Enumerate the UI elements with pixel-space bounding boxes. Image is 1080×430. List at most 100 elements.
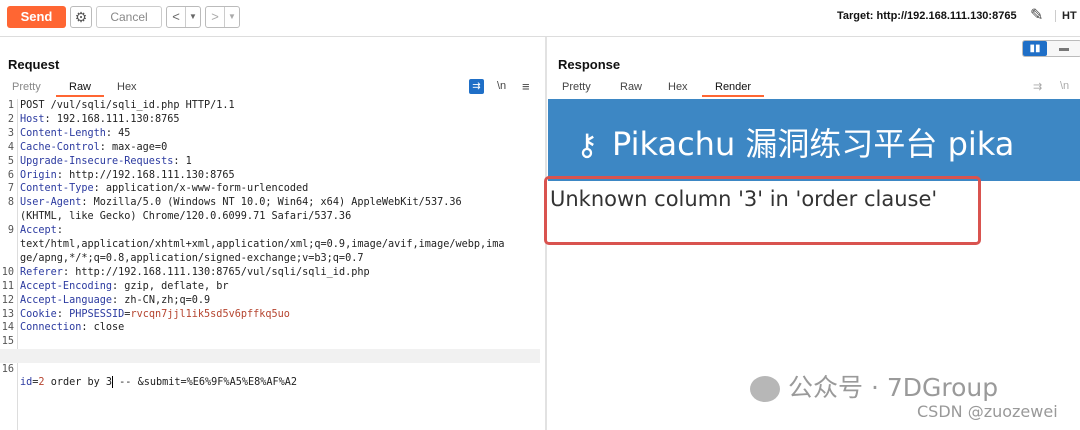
request-line[interactable]: 4 Cache-Control: max-age=0 bbox=[0, 141, 540, 155]
header-value: text/html,application/xhtml+xml,applicat… bbox=[20, 239, 505, 250]
site-banner: ⚷ Pikachu 漏洞练习平台 pika bbox=[548, 99, 1080, 181]
header-name: Content-Length bbox=[20, 127, 106, 139]
http-version-label[interactable]: HT bbox=[1055, 10, 1077, 22]
header-value: : max-age=0 bbox=[99, 141, 168, 153]
cookie-value: rvcqn7jjl1ik5sd5v6pffkq5uo bbox=[130, 308, 290, 320]
highlight-box bbox=[544, 176, 981, 245]
response-title: Response bbox=[558, 57, 621, 72]
request-line[interactable]: 11 Accept-Encoding: gzip, deflate, br bbox=[0, 280, 540, 294]
tab-render[interactable]: Render bbox=[715, 81, 751, 93]
header-name: Host bbox=[20, 113, 45, 125]
request-line[interactable]: 9 Accept: bbox=[0, 224, 540, 238]
split-view-icon[interactable]: ▮▮ bbox=[1023, 41, 1047, 56]
line-number: 4 bbox=[7, 141, 14, 153]
settings-gear-icon[interactable]: ⚙ bbox=[70, 6, 92, 28]
header-value: (KHTML, like Gecko) Chrome/120.0.6099.71… bbox=[20, 211, 352, 223]
request-title: Request bbox=[8, 57, 60, 72]
key-icon: ⚷ bbox=[576, 128, 598, 163]
header-name: Cookie bbox=[20, 308, 57, 320]
line-number: 13 bbox=[1, 308, 14, 320]
request-line[interactable]: 8 User-Agent: Mozilla/5.0 (Windows NT 10.… bbox=[0, 196, 540, 210]
single-view-icon[interactable]: ▬ bbox=[1051, 41, 1077, 56]
line-number: 9 bbox=[7, 225, 14, 237]
request-line[interactable]: 12 Accept-Language: zh-CN,zh;q=0.9 bbox=[0, 294, 540, 308]
header-name: Accept bbox=[20, 225, 57, 237]
request-line[interactable]: (KHTML, like Gecko) Chrome/120.0.6099.71… bbox=[0, 210, 540, 224]
request-line[interactable]: 14 Connection: close bbox=[0, 321, 540, 335]
line-number: 7 bbox=[7, 183, 14, 195]
top-toolbar: Send ⚙ Cancel < ▼ > ▼ Target: http://192… bbox=[0, 0, 1080, 37]
header-name: Cache-Control bbox=[20, 141, 100, 153]
tab-raw[interactable]: Raw bbox=[620, 81, 642, 93]
line-number: 10 bbox=[1, 266, 14, 278]
tab-raw[interactable]: Raw bbox=[69, 81, 91, 93]
request-line[interactable]: text/html,application/xhtml+xml,applicat… bbox=[0, 238, 540, 252]
forward-button[interactable]: > bbox=[206, 7, 224, 27]
request-line[interactable]: 3 Content-Length: 45 bbox=[0, 127, 540, 141]
cookie-key: PHPSESSID bbox=[69, 308, 125, 320]
request-line[interactable]: ge/apng,*/*;q=0.8,application/signed-exc… bbox=[0, 252, 540, 266]
request-line[interactable]: 10 Referer: http://192.168.111.130:8765/v… bbox=[0, 266, 540, 280]
request-editor[interactable]: 1 POST /vul/sqli/sqli_id.php HTTP/1.1 2 Hos… bbox=[0, 99, 540, 430]
header-value: : close bbox=[81, 322, 125, 334]
header-name: Connection bbox=[20, 322, 82, 334]
active-tab-underline bbox=[56, 95, 104, 97]
header-value: POST /vul/sqli/sqli_id.php HTTP/1.1 bbox=[20, 100, 235, 111]
wrap-icon[interactable]: ⇉ bbox=[469, 79, 484, 94]
request-line[interactable]: 7 Content-Type: application/x-www-form-ur… bbox=[0, 182, 540, 196]
header-value: : http://192.168.111.130:8765 bbox=[56, 169, 235, 181]
tab-pretty[interactable]: Pretty bbox=[562, 81, 591, 93]
header-value: : 192.168.111.130:8765 bbox=[44, 113, 180, 125]
tab-hex[interactable]: Hex bbox=[117, 81, 137, 93]
target-url: Target: http://192.168.111.130:8765 bbox=[837, 10, 1017, 22]
chevron-down-icon[interactable]: ▼ bbox=[225, 7, 239, 27]
header-value: : bbox=[56, 225, 63, 237]
header-value: : 45 bbox=[105, 127, 131, 139]
request-line[interactable]: 1 POST /vul/sqli/sqli_id.php HTTP/1.1 bbox=[0, 99, 540, 113]
back-nav-group[interactable]: < ▼ bbox=[166, 6, 201, 28]
header-name: Referer bbox=[20, 266, 63, 278]
watermark: 公众号 · 7DGroup bbox=[750, 368, 998, 404]
line-number: 12 bbox=[1, 294, 14, 306]
request-line[interactable]: 15 bbox=[0, 335, 540, 349]
edit-pencil-icon[interactable]: ✎ bbox=[1030, 5, 1043, 25]
line-number: 6 bbox=[7, 169, 14, 181]
chevron-down-icon[interactable]: ▼ bbox=[186, 7, 200, 27]
request-body-line[interactable]: 16 id=2 order by 3 -- &submit=%E6%9F%A5%… bbox=[0, 349, 540, 388]
wechat-icon bbox=[750, 376, 780, 402]
line-number: 3 bbox=[7, 127, 14, 139]
header-value: : gzip, deflate, br bbox=[112, 280, 229, 292]
header-value: : http://192.168.111.130:8765/vul/sqli/s… bbox=[62, 266, 370, 278]
menu-icon[interactable]: ≡ bbox=[522, 79, 530, 94]
forward-nav-group[interactable]: > ▼ bbox=[205, 6, 240, 28]
header-name: Accept-Language bbox=[20, 294, 113, 306]
newline-icon[interactable]: \n bbox=[1060, 80, 1069, 92]
line-number: 11 bbox=[1, 280, 14, 292]
request-line[interactable]: 13 Cookie: PHPSESSID=rvcqn7jjl1ik5sd5v6pf… bbox=[0, 308, 540, 322]
wrap-icon[interactable]: ⇉ bbox=[1033, 80, 1042, 93]
body-rest: -- &submit=%E6%9F%A5%E8%AF%A2 bbox=[113, 377, 298, 388]
request-line[interactable]: 2 Host: 192.168.111.130:8765 bbox=[0, 113, 540, 127]
line-number: 16 bbox=[1, 363, 14, 375]
body-order-by: order by 3 bbox=[44, 377, 113, 388]
watermark-main: 公众号 · 7DGroup bbox=[788, 373, 999, 402]
header-value: : Mozilla/5.0 (Windows NT 10.0; Win64; x… bbox=[81, 197, 462, 209]
cancel-button[interactable]: Cancel bbox=[96, 6, 162, 28]
header-value: : bbox=[56, 308, 70, 320]
back-button[interactable]: < bbox=[167, 7, 185, 27]
banner-title: Pikachu 漏洞练习平台 pika bbox=[612, 125, 1015, 163]
header-value: ge/apng,*/*;q=0.8,application/signed-exc… bbox=[20, 252, 364, 264]
newline-icon[interactable]: \n bbox=[497, 80, 506, 92]
request-line[interactable]: 6 Origin: http://192.168.111.130:8765 bbox=[0, 169, 540, 183]
line-number: 15 bbox=[1, 336, 14, 348]
active-tab-underline bbox=[702, 95, 764, 97]
header-name: User-Agent bbox=[20, 197, 82, 209]
tab-pretty[interactable]: Pretty bbox=[12, 81, 41, 93]
tab-hex[interactable]: Hex bbox=[668, 81, 688, 93]
request-line[interactable]: 5 Upgrade-Insecure-Requests: 1 bbox=[0, 155, 540, 169]
body-param-key: id bbox=[20, 377, 33, 388]
header-value: : application/x-www-form-urlencoded bbox=[93, 183, 309, 195]
line-number: 1 bbox=[7, 100, 14, 111]
layout-toggle[interactable]: ▮▮ ▬ bbox=[1022, 40, 1080, 57]
send-button[interactable]: Send bbox=[7, 6, 66, 28]
